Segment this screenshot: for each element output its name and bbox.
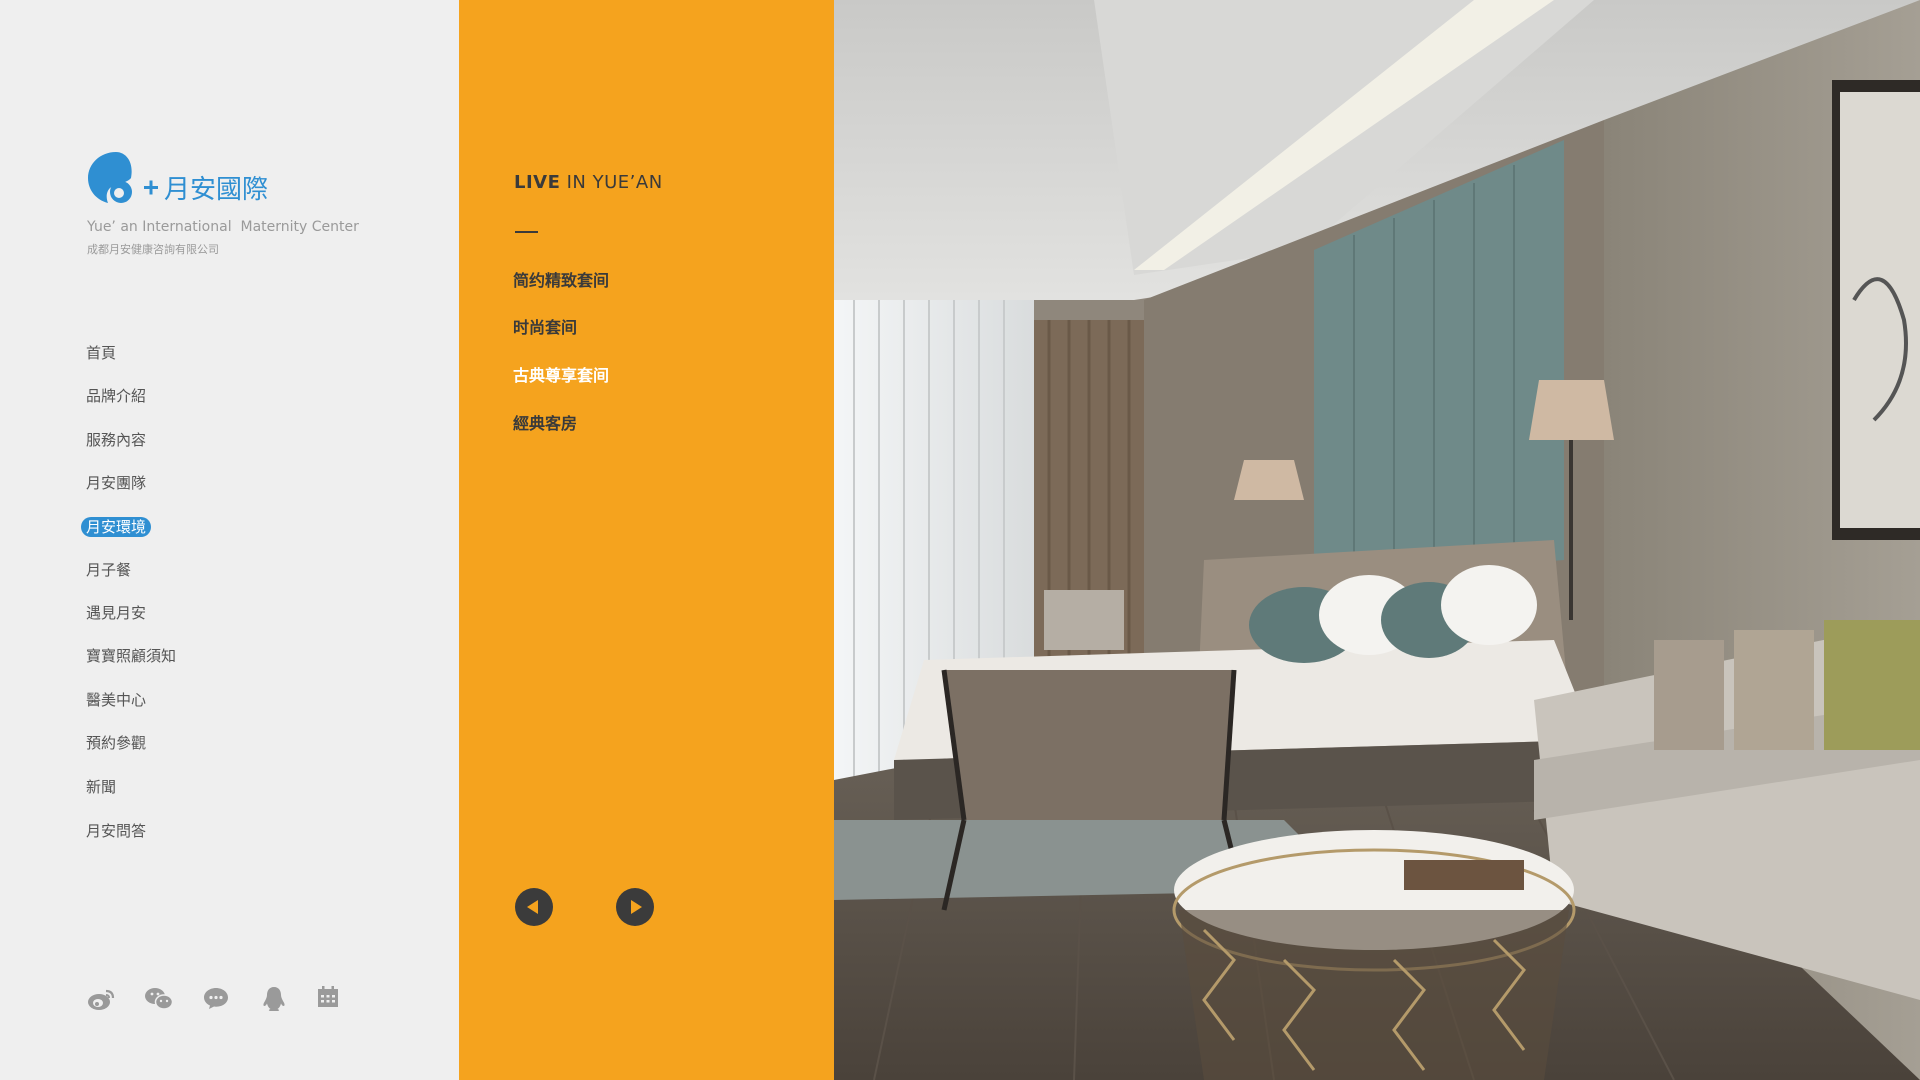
room-item-classic-room[interactable]: 經典客房 xyxy=(513,410,577,434)
nav-item-meals[interactable]: 月子餐 xyxy=(86,560,131,580)
brand-logo[interactable]: 月安國際 xyxy=(86,150,386,210)
nav-item-environment[interactable]: 月安環境 xyxy=(81,517,152,537)
room-panel: LIVE IN YUE’AN 简约精致套间 时尚套间 古典尊享套间 經典客房 xyxy=(459,0,834,1080)
arrow-left-icon xyxy=(527,900,538,914)
room-item-fashion-suite[interactable]: 时尚套间 xyxy=(513,314,577,338)
nav-item-home[interactable]: 首頁 xyxy=(86,343,116,363)
qq-icon[interactable] xyxy=(262,986,286,1012)
calendar-icon[interactable] xyxy=(317,986,339,1008)
panel-divider xyxy=(515,231,538,233)
room-item-simple-suite[interactable]: 简约精致套间 xyxy=(513,267,609,291)
panel-title-bold: LIVE xyxy=(514,172,561,193)
nav-item-faq[interactable]: 月安問答 xyxy=(86,821,146,841)
nav-item-services[interactable]: 服務內容 xyxy=(86,430,146,450)
brand-name-en: Yue’ an International Maternity Center xyxy=(87,219,359,235)
panel-title-rest: IN YUE’AN xyxy=(560,172,663,193)
logo-text: 月安國際 xyxy=(164,175,268,205)
message-icon[interactable] xyxy=(203,986,229,1010)
room-photo xyxy=(834,0,1920,1080)
arrow-right-icon xyxy=(631,900,642,914)
nav-item-team[interactable]: 月安團隊 xyxy=(86,473,146,493)
nav-item-booking[interactable]: 預約參觀 xyxy=(86,733,146,753)
nav-item-meet[interactable]: 遇見月安 xyxy=(86,603,146,623)
weibo-icon[interactable] xyxy=(87,986,115,1012)
next-button[interactable] xyxy=(616,888,654,926)
nav-item-news[interactable]: 新聞 xyxy=(86,777,116,797)
sidebar: 月安國際 Yue’ an International Maternity Cen… xyxy=(0,0,459,1080)
nav-item-baby-care[interactable]: 寶寶照顧須知 xyxy=(86,646,176,666)
room-item-classic-premium-suite[interactable]: 古典尊享套间 xyxy=(513,362,609,386)
brand-company: 成都月安健康咨詢有限公司 xyxy=(87,243,219,256)
prev-button[interactable] xyxy=(515,888,553,926)
wechat-icon[interactable] xyxy=(145,986,173,1012)
nav-item-medical-beauty[interactable]: 醫美中心 xyxy=(86,690,146,710)
panel-title: LIVE IN YUE’AN xyxy=(514,172,663,193)
nav-item-brand[interactable]: 品牌介紹 xyxy=(86,386,146,406)
